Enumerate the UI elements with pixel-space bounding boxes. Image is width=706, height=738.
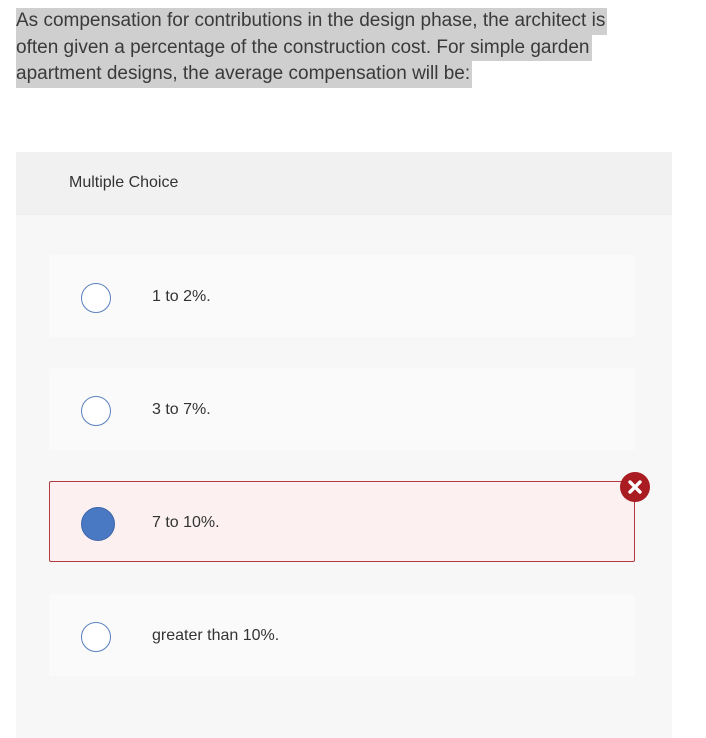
multiple-choice-card: Multiple Choice 1 to 2%. 3 to 7%. 7 to 1…	[16, 152, 672, 738]
question-line: often given a percentage of the construc…	[16, 34, 592, 61]
option-1[interactable]: 1 to 2%.	[49, 255, 635, 337]
option-3-incorrect[interactable]: 7 to 10%.	[49, 481, 635, 562]
option-label: 1 to 2%.	[152, 288, 211, 305]
radio-button[interactable]	[81, 622, 111, 652]
option-label: 3 to 7%.	[152, 401, 211, 418]
question-line: As compensation for contributions in the…	[16, 8, 608, 35]
option-label: greater than 10%.	[152, 627, 280, 644]
option-4[interactable]: greater than 10%.	[49, 594, 635, 676]
option-2[interactable]: 3 to 7%.	[49, 368, 635, 450]
x-circle-icon	[620, 472, 650, 502]
radio-button[interactable]	[81, 283, 111, 313]
radio-button-selected[interactable]	[81, 507, 115, 541]
page: As compensation for contributions in the…	[0, 0, 706, 738]
question-text: As compensation for contributions in the…	[16, 8, 636, 88]
question-line: apartment designs, the average compensat…	[16, 61, 473, 88]
option-label: 7 to 10%.	[152, 514, 220, 531]
question-type-label: Multiple Choice	[69, 174, 179, 191]
radio-button[interactable]	[81, 396, 111, 426]
card-header: Multiple Choice	[16, 152, 672, 215]
